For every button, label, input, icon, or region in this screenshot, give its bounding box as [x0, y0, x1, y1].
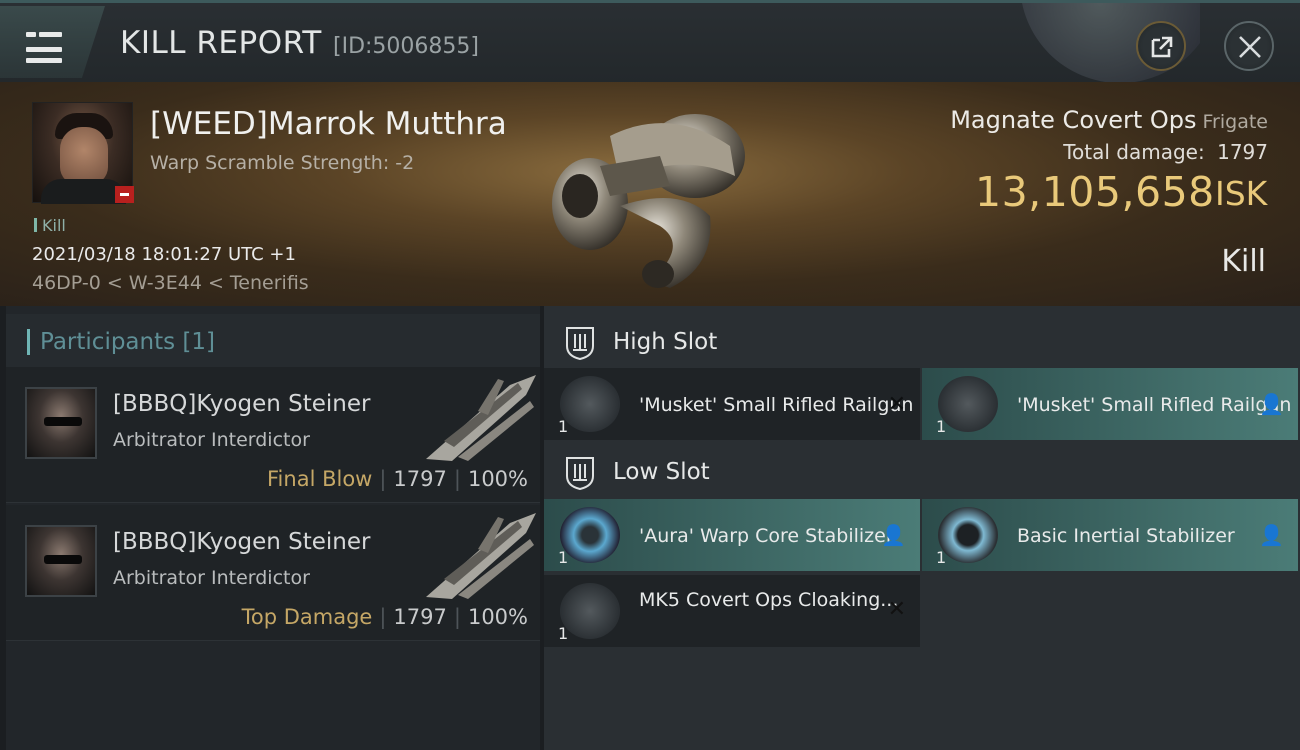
railgun-icon: [938, 376, 998, 432]
high-slot-icon: [566, 327, 594, 360]
close-button[interactable]: [1224, 21, 1274, 71]
total-damage: Total damage: 1797: [1063, 140, 1268, 164]
external-link-icon: [1151, 36, 1173, 58]
dropped-icon: 👤: [1259, 523, 1284, 547]
dropped-icon: 👤: [1259, 392, 1284, 416]
participant-tag: Final Blow: [267, 467, 373, 491]
fitting-panel: High Slot 1 'Musket' Small Rifled Railgu…: [544, 306, 1300, 750]
participant-ship-image[interactable]: [418, 509, 538, 605]
kill-report-header: KILL REPORT [ID:5006855]: [0, 0, 1300, 83]
avatar[interactable]: [25, 525, 97, 597]
participant-stats: Final Blow | 1797 | 100%: [267, 467, 528, 491]
page-title: KILL REPORT: [120, 25, 322, 61]
participants-title: Participants [1]: [40, 329, 215, 355]
participant-tag: Top Damage: [241, 605, 373, 629]
participant-name[interactable]: [BBBQ]Kyogen Steiner: [113, 529, 370, 555]
participants-header: Participants [1]: [6, 314, 540, 368]
participants-panel: Participants [1] [BBBQ]Kyogen Steiner Ar…: [6, 306, 540, 750]
warp-core-stabilizer-icon: [560, 507, 620, 563]
low-slot-icon: [566, 457, 594, 490]
module-name: Basic Inertial Stabilizer: [1017, 525, 1235, 547]
standing-negative-icon: [115, 186, 134, 203]
victim-name[interactable]: [WEED]Marrok Mutthra: [150, 106, 507, 142]
module-row[interactable]: 1 'Musket' Small Rifled Railgun ✕: [544, 368, 920, 440]
destroyed-icon: ✕: [887, 597, 906, 622]
isk-value: 13,105,658: [975, 168, 1215, 216]
victim-ship-type[interactable]: Magnate Covert Ops Frigate: [950, 106, 1268, 134]
module-name: MK5 Covert Ops Cloaking...: [639, 589, 899, 611]
kill-location[interactable]: 46DP-0 < W-3E44 < Tenerifis: [32, 272, 309, 294]
participant-damage: 1797: [393, 605, 447, 629]
warp-scramble-strength: Warp Scramble Strength: -2: [150, 152, 415, 174]
victim-ship-image[interactable]: [540, 96, 760, 296]
module-name: 'Musket' Small Rifled Railgun: [639, 394, 914, 416]
module-quantity: 1: [558, 417, 569, 436]
module-quantity: 1: [558, 624, 569, 643]
participant-ship: Arbitrator Interdictor: [113, 429, 310, 451]
participant-row[interactable]: [BBBQ]Kyogen Steiner Arbitrator Interdic…: [6, 367, 540, 503]
railgun-icon: [560, 376, 620, 432]
participant-stats: Top Damage | 1797 | 100%: [241, 605, 528, 629]
participant-ship-image[interactable]: [418, 371, 538, 467]
hamburger-icon: [26, 28, 62, 69]
module-quantity: 1: [558, 548, 569, 567]
close-icon: [1239, 36, 1261, 58]
isk-unit: ISK: [1215, 174, 1268, 213]
module-quantity: 1: [936, 548, 947, 567]
participant-name[interactable]: [BBBQ]Kyogen Steiner: [113, 391, 370, 417]
export-button[interactable]: [1136, 21, 1186, 71]
avatar[interactable]: [25, 387, 97, 459]
high-slot-header: High Slot: [544, 312, 1300, 370]
module-row[interactable]: 1 'Musket' Small Rifled Railgun 👤: [922, 368, 1298, 440]
total-damage-value: 1797: [1217, 140, 1268, 164]
module-row[interactable]: 1 MK5 Covert Ops Cloaking... ✕: [544, 575, 920, 647]
participant-damage: 1797: [393, 467, 447, 491]
participant-ship: Arbitrator Interdictor: [113, 567, 310, 589]
kill-timestamp: 2021/03/18 18:01:27 UTC +1: [32, 244, 296, 265]
ship-class: Frigate: [1202, 111, 1268, 133]
destroyed-icon: ✕: [887, 392, 906, 417]
module-name: 'Aura' Warp Core Stabilizer: [639, 525, 894, 547]
menu-button[interactable]: [0, 6, 105, 78]
ship-name: Magnate Covert Ops: [950, 106, 1197, 134]
participant-row[interactable]: [BBBQ]Kyogen Steiner Arbitrator Interdic…: [6, 505, 540, 641]
high-slot-title: High Slot: [613, 329, 718, 355]
low-slot-title: Low Slot: [613, 459, 710, 485]
kill-tag: Kill: [34, 216, 66, 235]
cloaking-device-icon: [560, 583, 620, 639]
module-quantity: 1: [936, 417, 947, 436]
dropped-icon: 👤: [881, 523, 906, 547]
inertial-stabilizer-icon: [938, 507, 998, 563]
low-slot-header: Low Slot: [544, 442, 1300, 500]
kill-result: Kill: [1221, 244, 1266, 279]
total-damage-label: Total damage:: [1063, 140, 1205, 164]
report-id: [ID:5006855]: [333, 34, 479, 59]
participant-percent: 100%: [467, 467, 528, 491]
participant-percent: 100%: [467, 605, 528, 629]
module-row[interactable]: 1 'Aura' Warp Core Stabilizer 👤: [544, 499, 920, 571]
module-name: 'Musket' Small Rifled Railgun: [1017, 394, 1292, 416]
module-row[interactable]: 1 Basic Inertial Stabilizer 👤: [922, 499, 1298, 571]
